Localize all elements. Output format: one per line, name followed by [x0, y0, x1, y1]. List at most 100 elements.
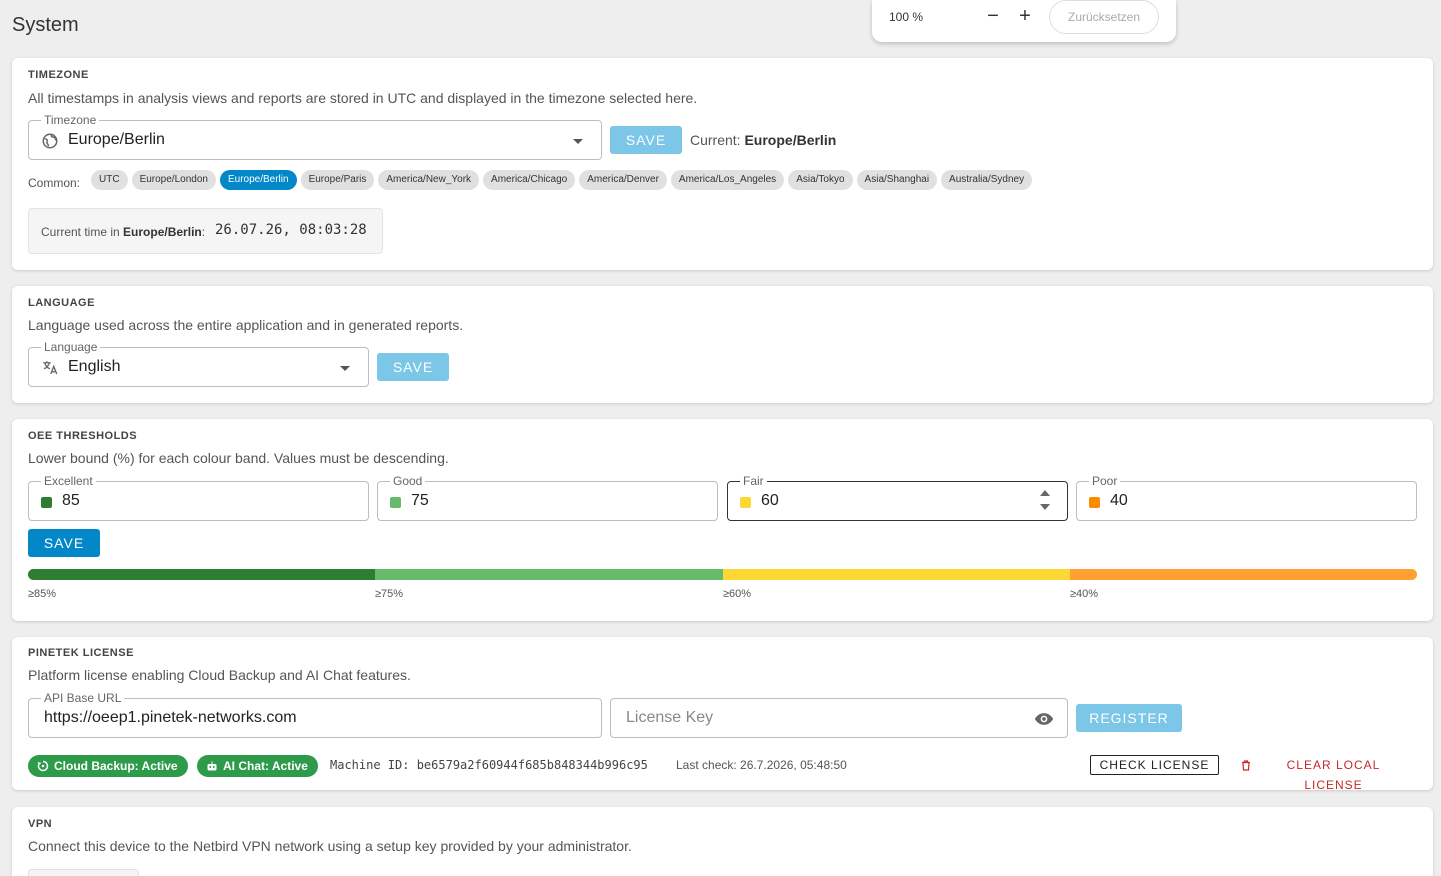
time-prefix: Current time in: [41, 225, 120, 239]
api-base-url-input[interactable]: API Base URL https://oeep1.pinetek-netwo…: [28, 691, 602, 738]
eye-icon[interactable]: [1033, 709, 1055, 729]
oee-title: OEE THRESHOLDS: [28, 430, 138, 442]
robot-icon: [207, 761, 217, 771]
threshold-poor-input[interactable]: Poor 40: [1076, 474, 1417, 521]
language-field-label: Language: [41, 340, 101, 354]
timezone-chip[interactable]: America/Los_Angeles: [670, 170, 785, 190]
zoom-in-button[interactable]: +: [1016, 4, 1034, 28]
threshold-fair-value: 60: [761, 492, 779, 509]
timezone-current: Current: Europe/Berlin: [690, 132, 836, 148]
timezone-chip[interactable]: UTC: [91, 170, 128, 190]
band-label-good: ≥75%: [375, 588, 404, 600]
threshold-good-input[interactable]: Good 75: [377, 474, 718, 521]
clear-license-label: CLEAR LOCAL LICENSE: [1286, 758, 1381, 792]
oee-save-button[interactable]: SAVE: [28, 529, 100, 557]
common-label: Common:: [28, 176, 81, 190]
timezone-save-button[interactable]: SAVE: [610, 126, 682, 154]
threshold-good-label: Good: [390, 474, 426, 488]
threshold-excellent-value: 85: [62, 492, 80, 509]
chevron-down-icon: [573, 139, 583, 144]
stepper-up-icon[interactable]: [1040, 490, 1050, 496]
band-label-fair: ≥60%: [723, 588, 752, 600]
license-card: PINETEK LICENSE Platform license enablin…: [12, 637, 1433, 792]
license-title: PINETEK LICENSE: [28, 647, 134, 659]
current-time-label: Current time in Europe/Berlin:: [41, 225, 206, 239]
vpn-description: Connect this device to the Netbird VPN n…: [28, 838, 632, 854]
timezone-field-label: Timezone: [41, 113, 100, 127]
chevron-down-icon: [340, 366, 350, 371]
zoom-toolbar: 100 % − + Zurücksetzen: [872, 0, 1176, 42]
trash-icon: [1242, 760, 1250, 771]
timezone-chip[interactable]: Europe/Paris: [300, 170, 375, 190]
timezone-chips: UTC Europe/London Europe/Berlin Europe/Pari…: [91, 170, 1033, 190]
page-title: System: [12, 14, 79, 36]
oee-description: Lower bound (%) for each colour band. Va…: [28, 450, 449, 466]
vpn-title: VPN: [28, 818, 53, 830]
last-check: Last check: 26.7.2026, 05:48:50: [676, 758, 847, 772]
timezone-chip[interactable]: America/Denver: [579, 170, 667, 190]
excellent-swatch: [41, 497, 52, 508]
register-button[interactable]: REGISTER: [1076, 704, 1182, 732]
globe-icon: [42, 133, 58, 149]
clear-local-license-button[interactable]: CLEAR LOCAL LICENSE: [1238, 755, 1408, 792]
translate-icon: [43, 361, 58, 375]
poor-swatch: [1089, 497, 1100, 508]
timezone-title: TIMEZONE: [28, 69, 89, 81]
language-save-button[interactable]: SAVE: [377, 353, 449, 381]
current-value: Europe/Berlin: [744, 132, 837, 148]
ai-chat-badge: AI Chat: Active: [197, 755, 318, 777]
vpn-card: VPN Connect this device to the Netbird V…: [12, 807, 1433, 876]
threshold-excellent-label: Excellent: [41, 474, 96, 488]
band-good: [375, 569, 723, 580]
timezone-chip[interactable]: Australia/Sydney: [941, 170, 1033, 190]
number-stepper[interactable]: [1040, 490, 1050, 514]
check-license-button[interactable]: CHECK LICENSE: [1090, 755, 1219, 775]
threshold-fair-input[interactable]: Fair 60: [727, 474, 1068, 521]
stepper-down-icon[interactable]: [1040, 504, 1050, 510]
cloud-backup-badge: Cloud Backup: Active: [28, 755, 188, 777]
ai-chat-text: AI Chat: Active: [223, 759, 308, 773]
band-fair: [722, 569, 1070, 580]
oee-card: OEE THRESHOLDS Lower bound (%) for each …: [12, 419, 1433, 621]
current-time-value: 26.07.26, 08:03:28: [215, 222, 367, 238]
threshold-excellent-input[interactable]: Excellent 85: [28, 474, 369, 521]
license-key-placeholder: License Key: [626, 709, 714, 726]
api-base-url-label: API Base URL: [41, 691, 125, 705]
band-label-poor: ≥40%: [1070, 588, 1099, 600]
license-description: Platform license enabling Cloud Backup a…: [28, 667, 411, 683]
zoom-reset-button[interactable]: Zurücksetzen: [1049, 0, 1159, 34]
cloud-backup-text: Cloud Backup: Active: [54, 759, 178, 773]
timezone-chip[interactable]: Asia/Shanghai: [856, 170, 938, 190]
zoom-percent: 100 %: [889, 10, 924, 24]
timezone-chip[interactable]: America/New_York: [378, 170, 480, 190]
timezone-chip[interactable]: America/Chicago: [483, 170, 576, 190]
backup-icon: [37, 760, 49, 772]
zoom-out-button[interactable]: −: [984, 4, 1002, 28]
current-time-box: Current time in Europe/Berlin: 26.07.26,…: [28, 208, 383, 254]
license-key-input[interactable]: License Key: [610, 698, 1068, 738]
threshold-good-value: 75: [411, 492, 429, 509]
threshold-poor-label: Poor: [1089, 474, 1121, 488]
time-zone: Europe/Berlin: [123, 225, 202, 239]
machine-id: Machine ID: be6579a2f60944f685b848344b99…: [330, 758, 648, 772]
language-value: English: [68, 358, 121, 375]
api-base-url-value: https://oeep1.pinetek-networks.com: [44, 709, 297, 726]
timezone-chip[interactable]: Europe/Berlin: [219, 170, 297, 190]
band-label-excellent: ≥85%: [28, 588, 57, 600]
good-swatch: [390, 497, 401, 508]
threshold-fair-label: Fair: [740, 474, 767, 488]
timezone-description: All timestamps in analysis views and rep…: [28, 90, 698, 106]
band-poor: [1069, 569, 1417, 580]
band-excellent: [28, 569, 376, 580]
threshold-poor-value: 40: [1110, 492, 1128, 509]
current-prefix: Current:: [690, 132, 741, 148]
timezone-chip[interactable]: Asia/Tokyo: [788, 170, 853, 190]
oee-band-bar: [28, 569, 1417, 580]
timezone-chip[interactable]: Europe/London: [131, 170, 216, 190]
timezone-select[interactable]: Timezone Europe/Berlin: [28, 113, 602, 160]
language-select[interactable]: Language English: [28, 340, 369, 387]
timezone-card: TIMEZONE All timestamps in analysis view…: [12, 58, 1433, 270]
language-description: Language used across the entire applicat…: [28, 317, 464, 333]
language-title: LANGUAGE: [28, 297, 95, 309]
vpn-status-box: [28, 869, 139, 876]
